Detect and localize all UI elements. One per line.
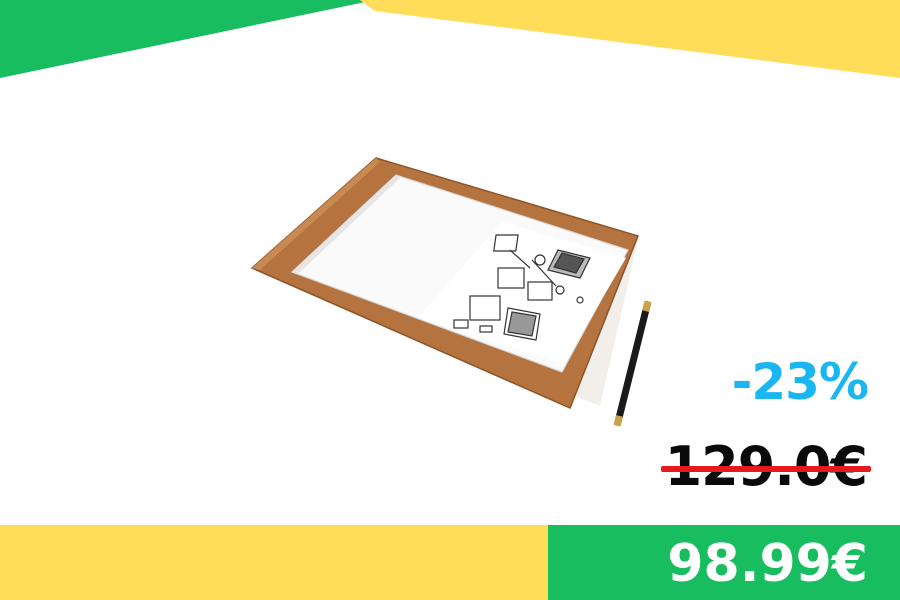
price-banner: -23% 129.0€ 98.99€: [0, 0, 900, 600]
old-price: 129.0€: [660, 436, 871, 498]
strikethrough-line: [660, 466, 871, 472]
discount-text: -23%: [731, 353, 869, 411]
top-yellow-band: [360, 0, 900, 78]
bottom-yellow-band: [0, 525, 550, 600]
new-price: 98.99€: [667, 533, 868, 595]
discount-badge: -23%: [731, 352, 869, 412]
sketch-notebook-with-pen-image: [250, 157, 652, 427]
new-price-text: 98.99€: [667, 534, 868, 594]
top-green-band: [0, 0, 375, 78]
